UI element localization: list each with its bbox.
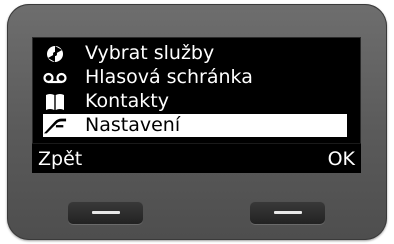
softkey-left-label[interactable]: Zpět [38,148,82,170]
voicemail-icon [43,68,67,88]
button-bar-icon [91,211,120,214]
menu-item-settings[interactable]: Nastavení [43,114,347,137]
button-bar-icon [273,211,302,214]
softkey-bar: Zpět OK [32,143,361,173]
services-icon [43,44,67,64]
menu-item-contacts[interactable]: Kontakty [43,90,343,113]
right-softkey-button[interactable] [250,201,325,224]
left-softkey-button[interactable] [68,201,143,224]
book-icon [43,92,67,112]
menu-item-label: Vybrat služby [85,42,215,64]
menu-item-label: Kontakty [85,90,169,112]
menu-item-label: Nastavení [85,114,181,136]
menu-item-voicemail[interactable]: Hlasová schránka [43,66,343,89]
menu-item-services[interactable]: Vybrat služby [43,42,343,65]
softkey-right-label[interactable]: OK [328,148,355,170]
settings-wrench-icon [43,116,67,136]
menu-item-label: Hlasová schránka [85,66,253,88]
